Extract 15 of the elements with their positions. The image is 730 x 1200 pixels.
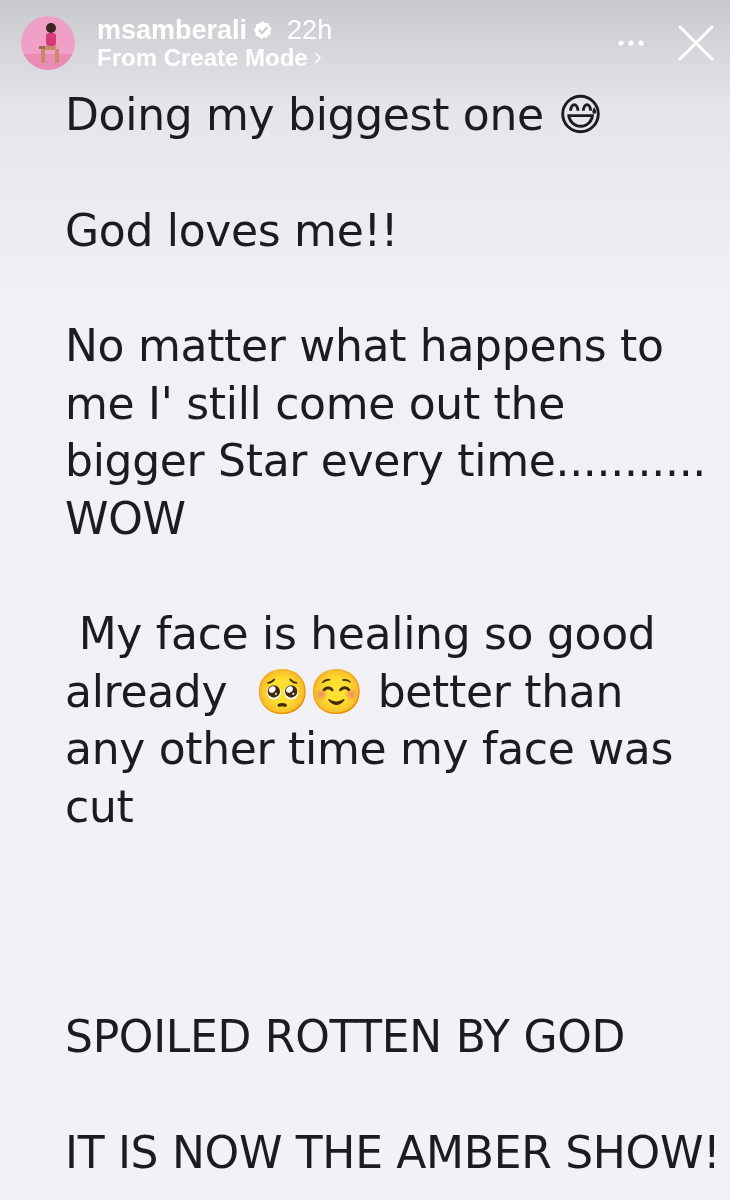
story-text: No matter what happens to	[65, 319, 665, 373]
story-text: cut	[65, 779, 135, 834]
story-text: me I' still come out the	[65, 376, 566, 431]
story-text: God loves me!!	[65, 203, 400, 258]
story-text: any other time my face was	[65, 722, 675, 776]
story-text: already 🥺☺ better than	[65, 664, 624, 719]
close-icon[interactable]	[678, 25, 714, 61]
chevron-icon	[313, 51, 321, 64]
more-icon[interactable]	[618, 40, 644, 46]
story-text: bigger Star every time...........	[65, 434, 708, 488]
story-text: My face is healing so good	[77, 607, 657, 661]
story-text: SPOILED ROTTEN BY GOD	[65, 1010, 627, 1064]
story-text: Doing my biggest one 😅	[65, 88, 605, 142]
story-text: IT IS NOW THE AMBER SHOW!	[65, 1125, 722, 1180]
story-text: WOW	[65, 491, 187, 546]
